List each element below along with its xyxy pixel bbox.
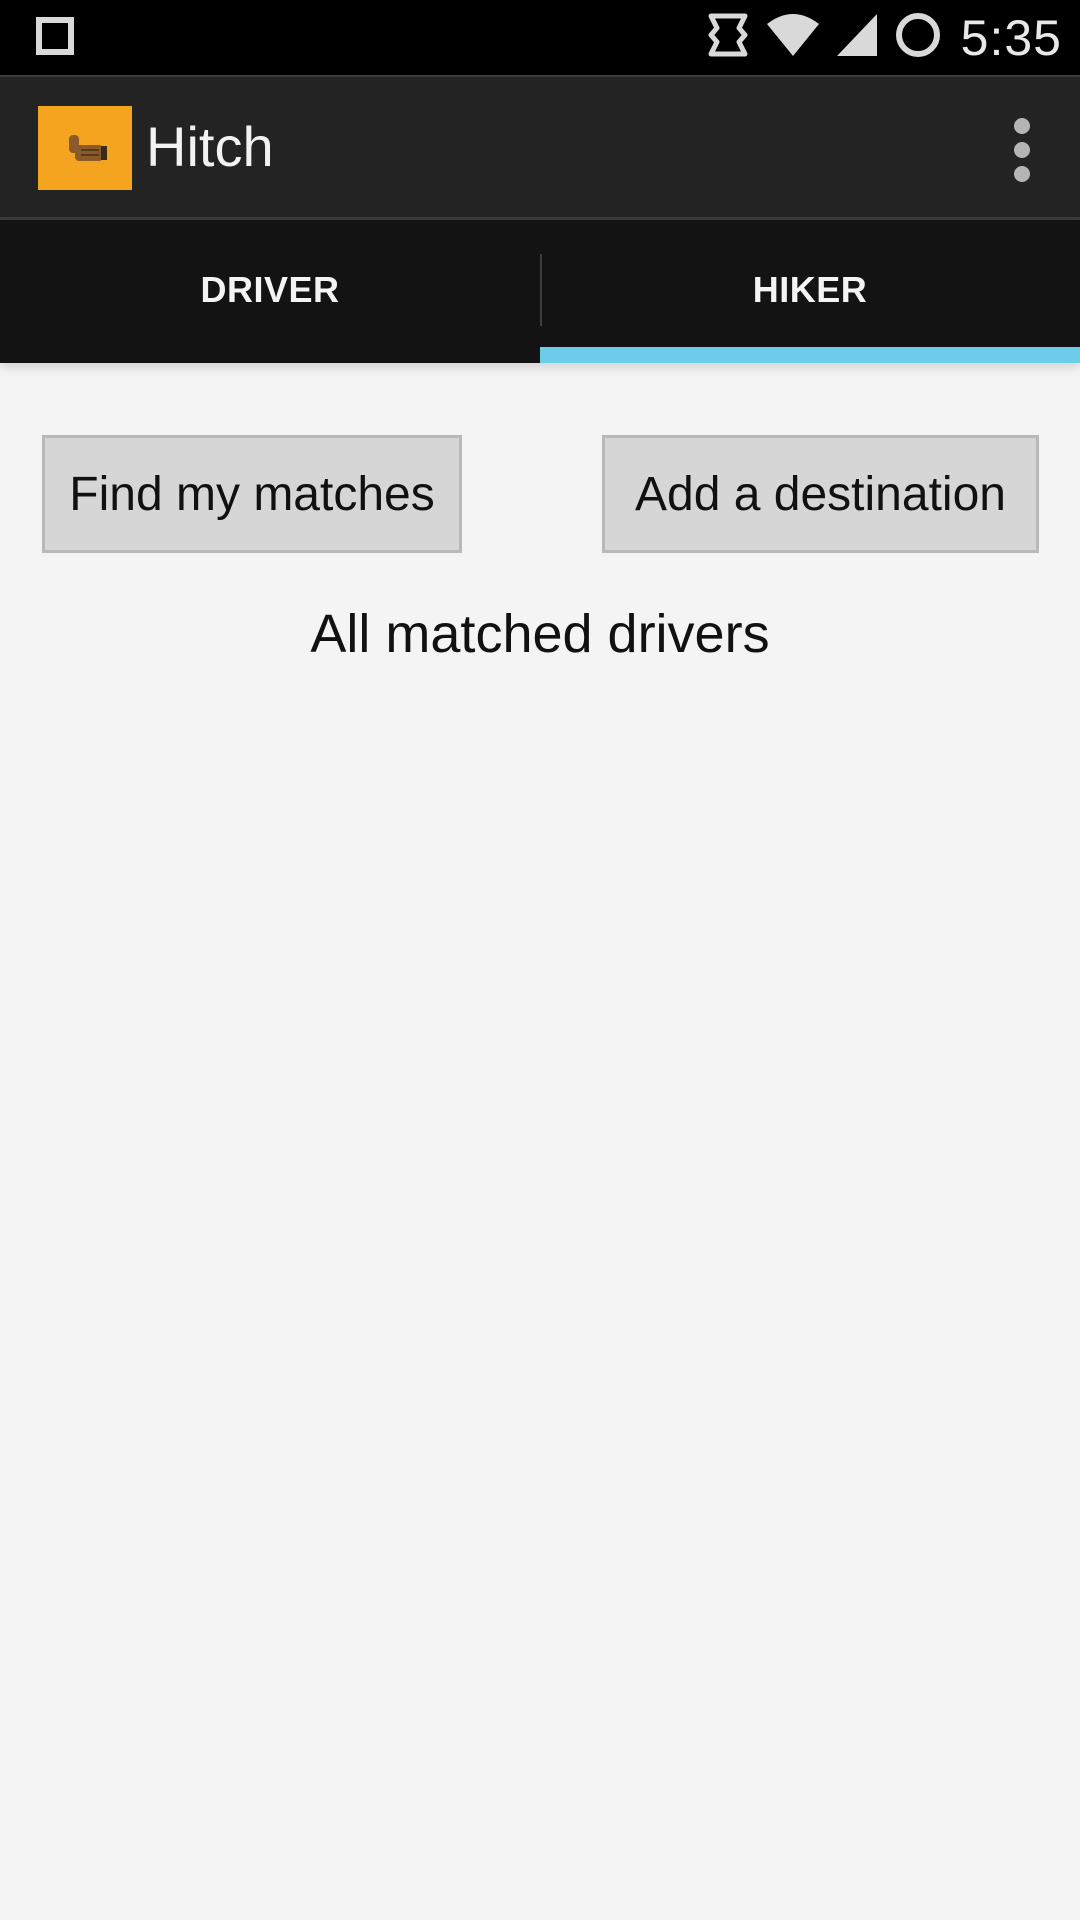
matched-drivers-heading: All matched drivers <box>310 604 770 664</box>
add-destination-button[interactable]: Add a destination <box>602 435 1039 553</box>
tab-bar: DRIVER HIKER <box>0 220 1080 363</box>
tab-hiker[interactable]: HIKER <box>540 220 1080 363</box>
recent-apps-icon <box>36 17 74 55</box>
more-vert-icon <box>1014 118 1030 182</box>
status-time: 5:35 <box>960 9 1062 66</box>
app-title: Hitch <box>146 115 274 178</box>
wifi-icon <box>765 12 821 63</box>
tab-driver[interactable]: DRIVER <box>0 220 540 363</box>
tab-driver-label: DRIVER <box>200 268 340 310</box>
action-bar: Hitch <box>0 75 1080 220</box>
status-icons: 5:35 <box>705 9 1062 66</box>
hiker-content: Find my matches Add a destination All ma… <box>0 363 1080 1920</box>
find-my-matches-button[interactable]: Find my matches <box>42 435 462 553</box>
overflow-menu-button[interactable] <box>992 105 1052 195</box>
selected-tab-indicator <box>540 347 1080 363</box>
status-bar: 5:35 <box>0 0 1080 75</box>
sync-icon <box>705 12 751 63</box>
tab-divider <box>540 254 542 326</box>
thumbs-up-hitch-icon <box>38 106 132 190</box>
battery-ring-icon <box>893 10 943 65</box>
tab-hiker-label: HIKER <box>752 268 868 310</box>
signal-icon <box>835 12 879 63</box>
